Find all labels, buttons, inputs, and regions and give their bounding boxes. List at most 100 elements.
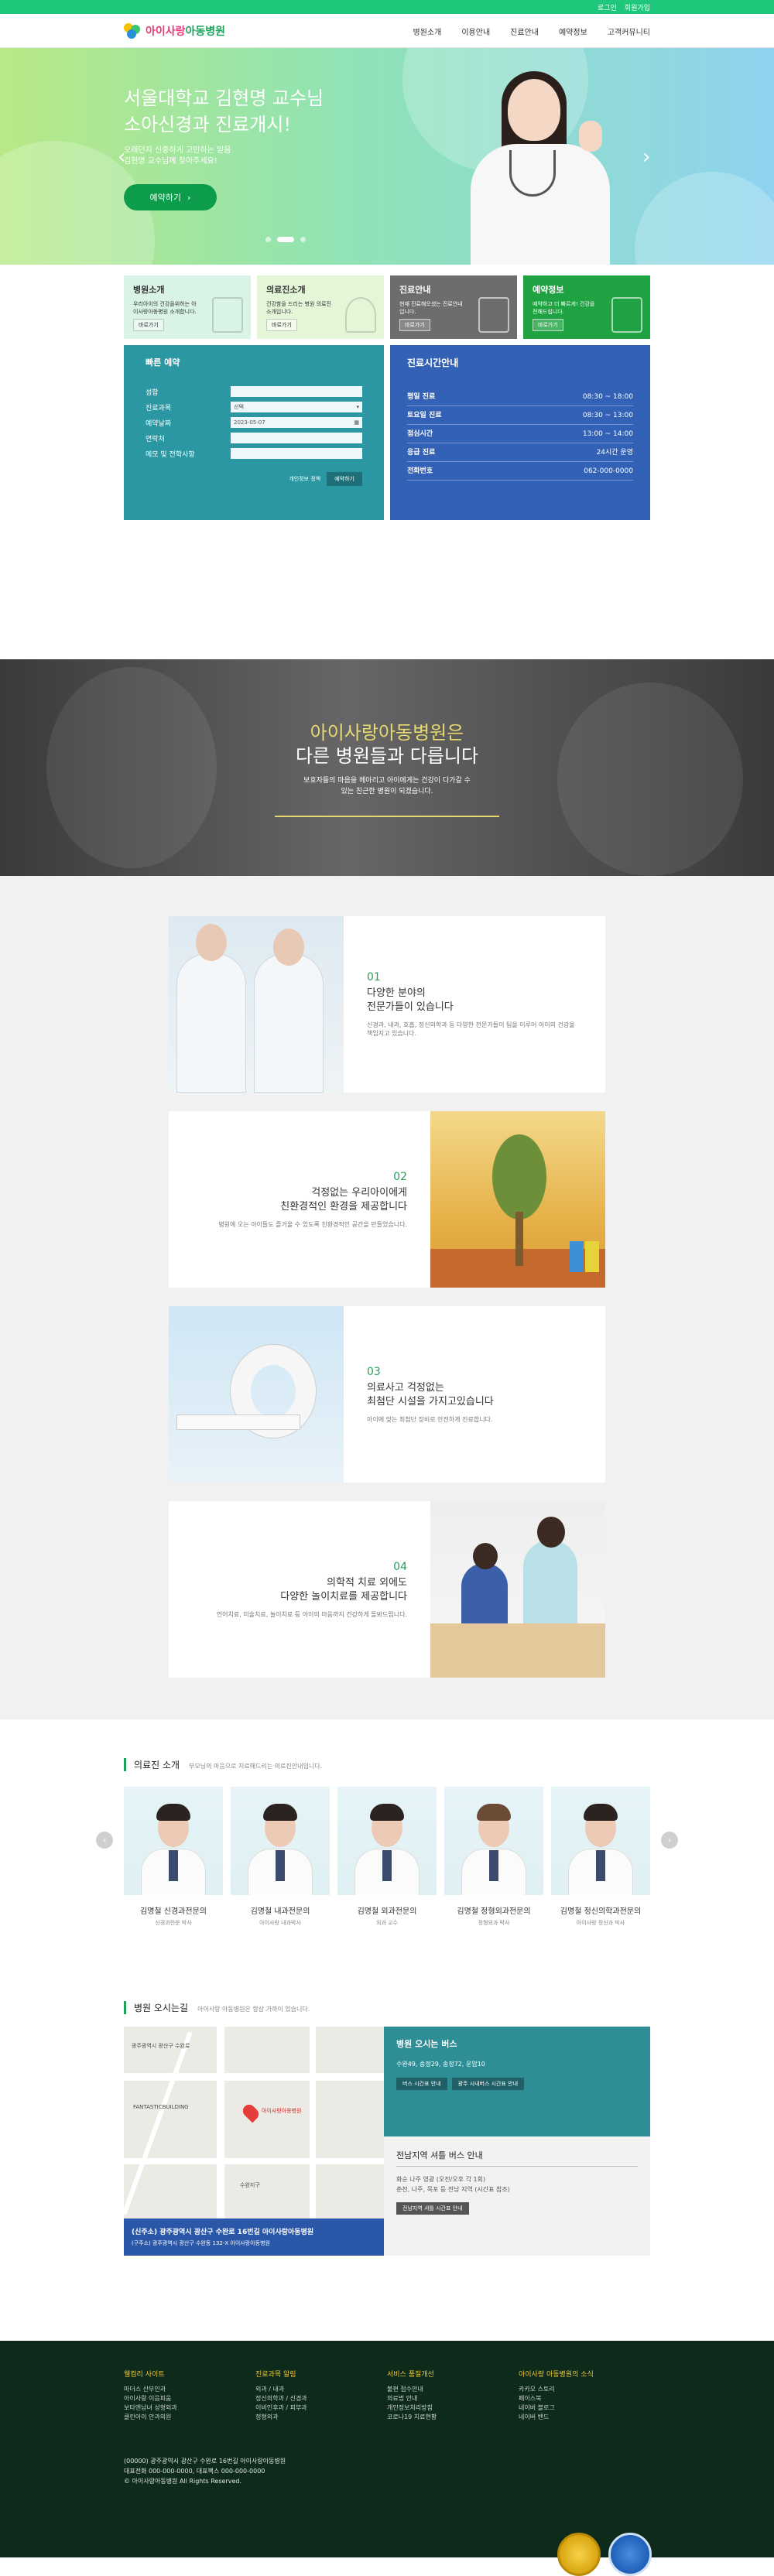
site-header: 아이사랑아동병원 병원소개 이용안내 진료안내 예약정보 고객커뮤니티 (0, 14, 774, 48)
hero-reserve-button[interactable]: 예약하기 › (124, 184, 217, 210)
nav-item-community[interactable]: 고객커뮤니티 (608, 26, 650, 37)
carousel-next-icon[interactable]: › (661, 1832, 678, 1849)
footer-link[interactable]: 코로나19 치료현황 (387, 2413, 519, 2422)
location-map[interactable]: 광주광역시 광산구 수완로 FANTASTICBUILDING 아이사랑아동병원… (124, 2027, 384, 2256)
hero-pagination (265, 237, 306, 242)
memo-input[interactable] (231, 448, 362, 459)
bus-timetable-button[interactable]: 버스 시간표 안내 (396, 2078, 447, 2090)
footer-link[interactable]: 이비인후과 / 피부과 (255, 2403, 387, 2413)
quick-card-more-button[interactable]: 바로가기 (266, 319, 297, 331)
footer-link[interactable]: 불편 접수안내 (387, 2385, 519, 2394)
shuttle-title: 전남지역 셔틀 버스 안내 (396, 2149, 638, 2167)
footer-link[interactable]: 페이스북 (519, 2394, 650, 2403)
hours-value: 08:30 ~ 13:00 (582, 412, 633, 419)
doctor-photo (231, 1787, 330, 1895)
quick-card-more-button[interactable]: 바로가기 (533, 319, 563, 331)
city-bus-timetable-button[interactable]: 광주 시내버스 시간표 안내 (451, 2078, 525, 2090)
hero-dot-active[interactable] (277, 237, 294, 242)
map-label: 수완지구 (240, 2182, 260, 2188)
doctor-photo (551, 1787, 650, 1895)
hours-label: 응급 진료 (407, 449, 436, 457)
nav-item-treatment[interactable]: 진료안내 (510, 26, 539, 37)
privacy-policy-checkbox[interactable]: 개인정보 정책 (289, 475, 320, 483)
feature-title-line-1: 걱정없는 우리아이에게 (311, 1186, 407, 1199)
nav-item-about[interactable]: 병원소개 (413, 26, 442, 37)
phone-input[interactable] (231, 433, 362, 443)
date-input[interactable]: 2023-05-07 ▦ (231, 417, 362, 428)
feature-title: 다양한 분야의 전문가들이 있습니다 (367, 987, 582, 1014)
feature-number: 03 (367, 1365, 381, 1378)
hours-value: 08:30 ~ 18:00 (582, 393, 633, 401)
hero-dot[interactable] (300, 237, 306, 242)
map-label: 광주광역시 광산구 수완로 (132, 2043, 190, 2049)
footer-link[interactable]: 의료법 안내 (387, 2394, 519, 2403)
footer-column-title: 아이사랑 아동병원의 소식 (519, 2371, 594, 2379)
reservation-title: 빠른 예약 (146, 357, 180, 368)
doctor-icon (345, 297, 376, 333)
about-desc-line-2: 있는 친근한 병원이 되겠습니다. (341, 788, 433, 795)
logo-brand-b: 아동병원 (185, 26, 226, 38)
doctors-subtitle: 부모님의 마음으로 치료해드리는 의료진안내입니다. (189, 1763, 323, 1770)
department-select-value: 선택 (234, 404, 244, 410)
site-logo[interactable]: 아이사랑아동병원 (124, 23, 225, 39)
footer-address: (00000) 광주광역시 광산구 수완로 16번길 아이사랑아동병원 (124, 2458, 286, 2465)
quick-card-more-button[interactable]: 바로가기 (399, 319, 430, 331)
footer-link[interactable]: 마더스 산부인과 (124, 2385, 255, 2394)
footer-link[interactable]: 네이버 블로그 (519, 2403, 650, 2413)
bus-info-panel: 병원 오시는 버스 수완49, 송정29, 송정72, 운암10 버스 시간표 … (384, 2027, 650, 2136)
department-select[interactable]: 선택 ▾ (231, 402, 362, 412)
reservation-submit-button[interactable]: 예약하기 (327, 472, 362, 486)
doctors-heading: 의료진 소개 부모님의 마음으로 치료해드리는 의료진안내입니다. (124, 1758, 650, 1771)
footer-column-title: 진료과목 알림 (255, 2371, 296, 2379)
address-box: (신주소) 광주광역시 광산구 수완로 16번길 아이사랑아동병원 (구주소) … (124, 2219, 384, 2256)
hours-value: 062-000-0000 (584, 467, 633, 475)
footer-column-title: 서비스 품질개선 (387, 2371, 434, 2379)
doctor-card[interactable]: 김명철 신경과전문의 신경과전문 박사 (124, 1787, 223, 1927)
quick-card-more-button[interactable]: 바로가기 (133, 319, 164, 331)
footer-link[interactable]: 보타엔남녀 성형외과 (124, 2403, 255, 2413)
hero-dot[interactable] (265, 237, 271, 242)
doctor-card[interactable]: 김명철 외과전문의 외과 교수 (337, 1787, 437, 1927)
site-footer: 웰컴리 사이트 마더스 산부인과 아이사랑 이음피움 보타엔남녀 성형외과 클린… (0, 2341, 774, 2576)
doctor-name: 김명철 정형외과전문의 (457, 1907, 531, 1916)
doctor-card[interactable]: 김명철 내과전문의 아이사랑 내과박사 (231, 1787, 330, 1927)
footer-link[interactable]: 개인정보처리방침 (387, 2403, 519, 2413)
feature-title: 의료사고 걱정없는 최첨단 시설을 가지고있습니다 (367, 1381, 582, 1409)
shuttle-line: 화순 나주 영광 (오전/오후 각 1회) (396, 2176, 486, 2183)
quick-reservation-form: 빠른 예약 성함 진료과목 선택 ▾ 예약날짜 2023-05-07 ▦ 연락처 메모 … (124, 345, 384, 520)
quick-card-doctors[interactable]: 의료진소개 건강함을 드리는 병원 의료진소개입니다. 바로가기 (257, 275, 384, 339)
quick-card-title: 의료진소개 (266, 285, 306, 295)
join-link[interactable]: 회원가입 (625, 2, 650, 12)
carousel-prev-icon[interactable]: ‹ (96, 1832, 113, 1849)
shuttle-lines: 화순 나주 영광 (오전/오후 각 1회) 춘천, 나주, 목포 등 전남 지역… (396, 2174, 638, 2195)
footer-link[interactable]: 아이사랑 이음피움 (124, 2394, 255, 2403)
nav-item-reservation[interactable]: 예약정보 (559, 26, 587, 37)
footer-link[interactable]: 정신의학과 / 신경과 (255, 2394, 387, 2403)
mri-scanner-photo (169, 1306, 344, 1483)
footer-column: 서비스 품질개선 불편 접수안내 의료법 안내 개인정보처리방침 코로나19 치… (387, 2369, 519, 2422)
office-hours-panel: 진료시간안내 평일 진료 08:30 ~ 18:00 토요일 진료 08:30 ~ … (390, 345, 650, 520)
login-link[interactable]: 로그인 (598, 2, 617, 12)
nav-item-guide[interactable]: 이용안내 (461, 26, 490, 37)
doctor-card[interactable]: 김명철 정신의학과전문의 아이사랑 정신과 박사 (551, 1787, 650, 1927)
doctor-card[interactable]: 김명철 정형외과전문의 정형외과 박사 (444, 1787, 543, 1927)
footer-link[interactable]: 외과 / 내과 (255, 2385, 387, 2394)
address-new: (신주소) 광주광역시 광산구 수완로 16번길 아이사랑아동병원 (132, 2229, 314, 2236)
quick-card-about[interactable]: 병원소개 우리아이의 건강을위하는 아이사랑아동병원 소개합니다. 바로가기 (124, 275, 251, 339)
hours-label: 평일 진료 (407, 393, 436, 401)
doctors-carousel: ‹ 김명철 신경과전문의 신경과전문 박사 김명철 내과전문의 아이사랑 내과박… (96, 1787, 678, 1927)
feature-title-line-2: 최첨단 시설을 가지고있습니다 (367, 1395, 494, 1408)
feature-card: 01 다양한 분야의 전문가들이 있습니다 신경과, 내과, 호흡, 정신의학과 … (169, 916, 605, 1093)
footer-link[interactable]: 정형외과 (255, 2413, 387, 2422)
doctor-name: 김명철 외과전문의 (357, 1907, 417, 1916)
quick-card-reservation[interactable]: 예약정보 예약하고 더 빠르게! 건강을 전해드립니다. 바로가기 (523, 275, 650, 339)
quick-card-desc: 우리아이의 건강을위하는 아이사랑아동병원 소개합니다. (133, 301, 197, 315)
location-section: 병원 오시는길 아이사랑 아동병원은 항상 가까이 있습니다. 광주광역시 광산… (124, 1927, 650, 2256)
shuttle-timetable-button[interactable]: 전남지역 셔틀 시간표 안내 (396, 2202, 469, 2215)
quick-card-title: 예약정보 (533, 285, 564, 295)
footer-link[interactable]: 클린아이 안과의원 (124, 2413, 255, 2422)
footer-link[interactable]: 카카오 스토리 (519, 2385, 650, 2394)
name-input[interactable] (231, 386, 362, 397)
footer-link[interactable]: 네이버 밴드 (519, 2413, 650, 2422)
quick-card-treatment[interactable]: 진료안내 현재 진료해오셨는 진료안내입니다. 바로가기 (390, 275, 517, 339)
